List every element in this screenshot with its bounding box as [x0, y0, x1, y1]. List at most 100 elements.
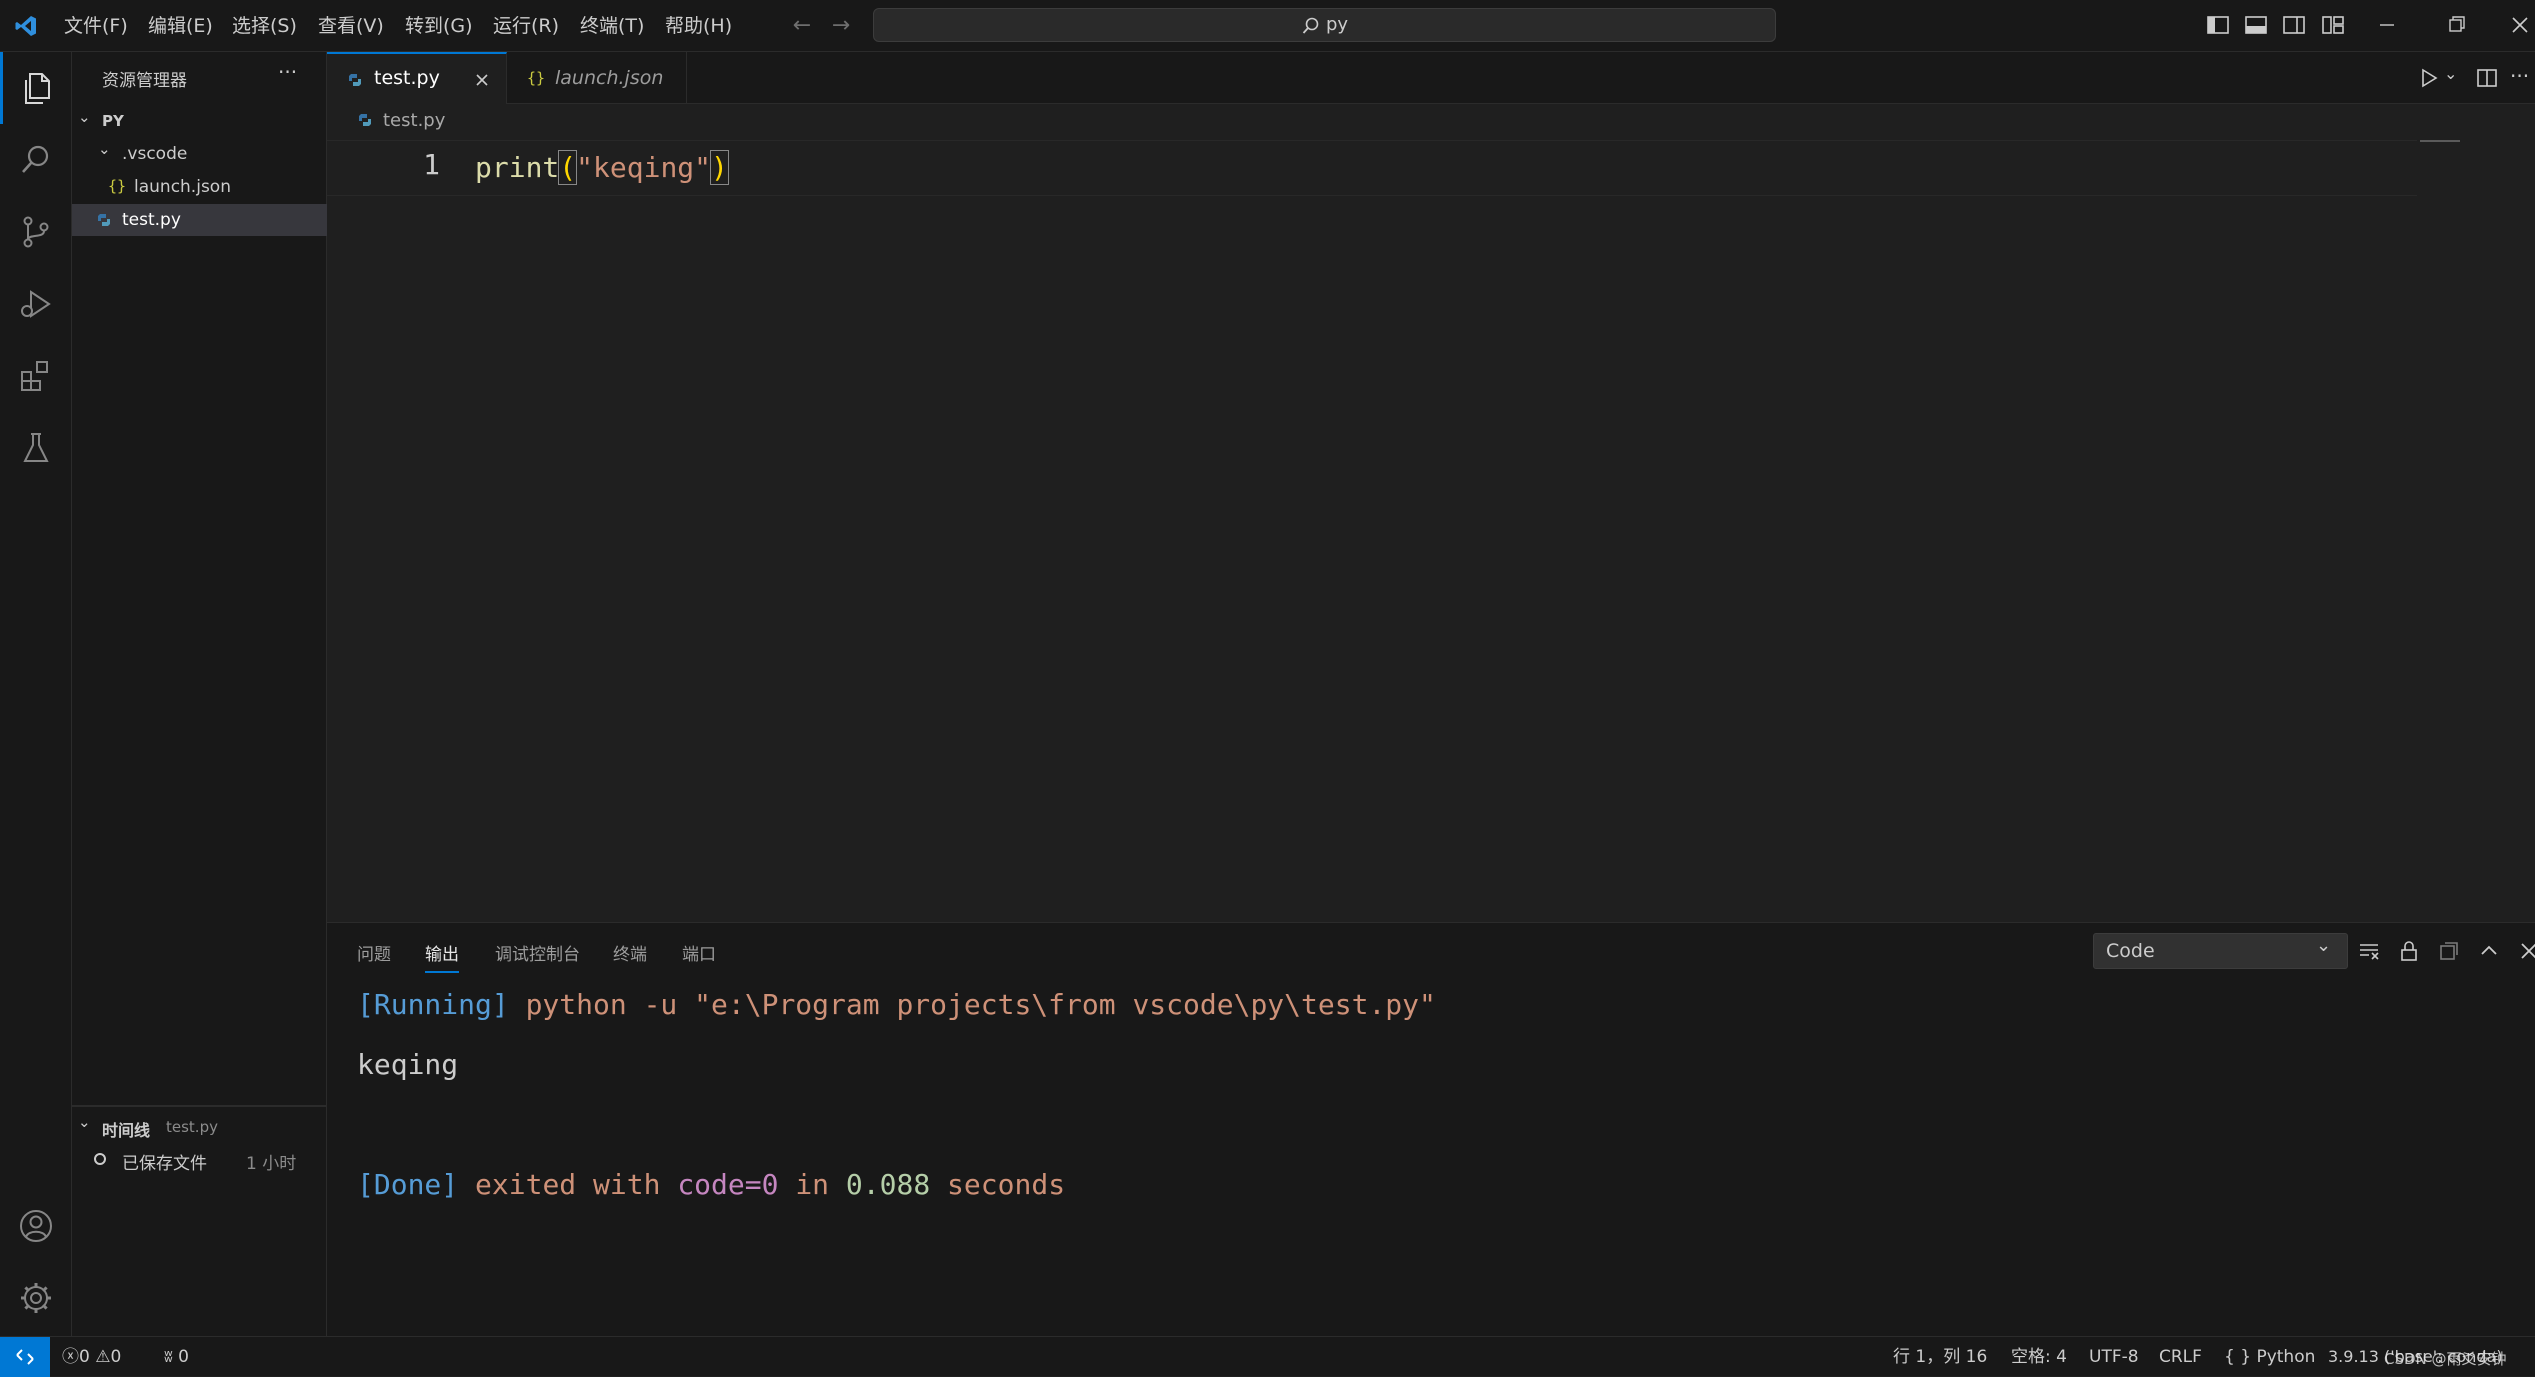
menu-file[interactable]: 文件(F) — [64, 0, 128, 52]
elapsed-time: 0.088 — [845, 1168, 931, 1201]
json-file-icon: {} — [108, 177, 127, 195]
timeline-title: 时间线 — [102, 1121, 151, 1140]
close-icon[interactable] — [473, 71, 491, 89]
problems-status[interactable]: ⓧ0 ⚠0 — [62, 1337, 121, 1377]
menu-selection[interactable]: 选择(S) — [232, 0, 297, 52]
encoding[interactable]: UTF-8 — [2089, 1337, 2139, 1377]
activity-manage[interactable] — [0, 1262, 72, 1334]
menu-view[interactable]: 查看(V) — [318, 0, 384, 52]
warning-icon: ⚠ — [95, 1347, 111, 1367]
tree-item-label: test.py — [122, 210, 181, 230]
activity-search[interactable] — [0, 124, 72, 196]
more-actions-icon[interactable]: ··· — [278, 60, 297, 84]
minimize-icon[interactable] — [2372, 10, 2402, 40]
done-text: in — [778, 1168, 846, 1201]
forward-arrow-icon[interactable]: → — [825, 10, 857, 42]
clear-output-icon[interactable] — [2357, 939, 2381, 963]
open-in-editor-icon[interactable] — [2437, 939, 2461, 963]
vscode-logo-icon — [15, 16, 36, 36]
activity-accounts[interactable] — [0, 1190, 72, 1262]
activity-testing[interactable] — [0, 412, 72, 484]
tab-test-py[interactable]: test.py — [327, 52, 507, 104]
output-line-done: [Done] exited with code=0 in 0.088 secon… — [357, 1165, 1065, 1205]
error-count: 0 — [79, 1347, 90, 1367]
python-file-icon — [349, 74, 361, 86]
panel-tab-problems[interactable]: 问题 — [357, 937, 391, 973]
explorer-sidebar: 资源管理器 ··· ⌄ PY ⌄ .vscode {} launch.json … — [72, 52, 327, 1336]
tree-item-label: .vscode — [122, 144, 188, 164]
tree-item-label: launch.json — [134, 177, 231, 197]
more-actions-icon[interactable]: ··· — [2510, 64, 2529, 88]
exit-code: code=0 — [677, 1168, 779, 1201]
tab-bar: test.py {} launch.json ⌄ ··· — [327, 52, 2535, 104]
timeline-entry-time: 1 小时 — [246, 1154, 297, 1174]
menu-help[interactable]: 帮助(H) — [665, 0, 732, 52]
breadcrumb: test.py — [327, 104, 2535, 140]
toggle-panel-icon[interactable] — [2241, 10, 2271, 40]
error-icon: ⓧ — [62, 1347, 79, 1367]
chevron-down-icon: ⌄ — [78, 108, 91, 126]
lock-icon[interactable] — [2397, 939, 2421, 963]
tree-item-launch-json[interactable]: {} launch.json — [72, 171, 327, 203]
menu-edit[interactable]: 编辑(E) — [148, 0, 213, 52]
close-panel-icon[interactable] — [2517, 939, 2535, 963]
menu-terminal[interactable]: 终端(T) — [580, 0, 644, 52]
activity-run-debug[interactable] — [0, 268, 72, 340]
gear-icon — [21, 1283, 51, 1313]
chevron-down-icon: ⌄ — [78, 1113, 91, 1131]
bottom-panel: 问题 输出 调试控制台 终端 端口 Code ⌄ [Running] pytho… — [327, 922, 2535, 1336]
broadcast-icon: ʬ — [164, 1347, 173, 1367]
panel-tab-debug-console[interactable]: 调试控制台 — [495, 937, 580, 973]
close-window-icon[interactable] — [2505, 10, 2535, 40]
search-text: py — [1326, 14, 1349, 35]
output-channel-select[interactable]: Code ⌄ — [2093, 933, 2348, 969]
menu-go[interactable]: 转到(G) — [405, 0, 473, 52]
command-center-search[interactable]: py — [873, 8, 1776, 42]
python-file-icon — [359, 114, 371, 126]
timeline-entry[interactable]: 已保存文件 1 小时 — [72, 1143, 327, 1175]
tree-item-test-py[interactable]: test.py — [72, 204, 327, 236]
code-open-paren: ( — [558, 150, 578, 185]
run-file-icon[interactable] — [2417, 66, 2441, 90]
circle-icon — [94, 1153, 106, 1165]
customize-layout-icon[interactable] — [2318, 10, 2348, 40]
folder-root[interactable]: ⌄ PY — [72, 106, 327, 138]
run-debug-icon — [21, 290, 51, 318]
tree-item-vscode[interactable]: ⌄ .vscode — [72, 138, 327, 170]
activity-source-control[interactable] — [0, 196, 72, 268]
cursor-position[interactable]: 行 1，列 16 — [1893, 1337, 1987, 1377]
restore-icon[interactable] — [2442, 10, 2472, 40]
tab-launch-json[interactable]: {} launch.json — [507, 52, 687, 104]
toggle-secondary-sidebar-icon[interactable] — [2279, 10, 2309, 40]
back-arrow-icon[interactable]: ← — [786, 10, 818, 42]
activity-extensions[interactable] — [0, 340, 72, 412]
watermark: CSDN @雨爻安钟 — [2384, 1350, 2507, 1368]
folder-root-label: PY — [102, 112, 124, 130]
indentation[interactable]: 空格: 4 — [2011, 1337, 2067, 1377]
code-line[interactable]: print("keqing") — [475, 148, 729, 188]
chevron-down-icon[interactable]: ⌄ — [2444, 64, 2457, 83]
remote-indicator[interactable] — [0, 1337, 50, 1377]
maximize-panel-icon[interactable] — [2477, 939, 2501, 963]
split-editor-icon[interactable] — [2475, 66, 2499, 90]
toggle-sidebar-icon[interactable] — [2203, 10, 2233, 40]
breadcrumb-item[interactable]: test.py — [383, 110, 445, 131]
warning-count: 0 — [110, 1347, 122, 1367]
panel-tab-ports[interactable]: 端口 — [682, 937, 716, 973]
done-text: seconds — [930, 1168, 1066, 1201]
timeline-header[interactable]: ⌄ 时间线 test.py — [72, 1111, 327, 1143]
line-ending[interactable]: CRLF — [2159, 1337, 2202, 1377]
activity-explorer[interactable] — [0, 52, 72, 124]
line-number: 1 — [423, 148, 440, 181]
remote-icon — [16, 1349, 34, 1365]
menu-run[interactable]: 运行(R) — [493, 0, 559, 52]
language-mode[interactable]: { } Python — [2224, 1337, 2315, 1377]
tab-label: launch.json — [555, 67, 664, 89]
ports-status[interactable]: ʬ 0 — [164, 1337, 189, 1377]
extensions-icon — [21, 361, 48, 391]
minimap-line — [2420, 140, 2460, 142]
sidebar-title: 资源管理器 — [102, 71, 187, 91]
panel-tab-output[interactable]: 输出 — [425, 937, 459, 973]
panel-tab-terminal[interactable]: 终端 — [613, 937, 647, 973]
title-bar: 文件(F) 编辑(E) 选择(S) 查看(V) 转到(G) 运行(R) 终端(T… — [0, 0, 2535, 52]
